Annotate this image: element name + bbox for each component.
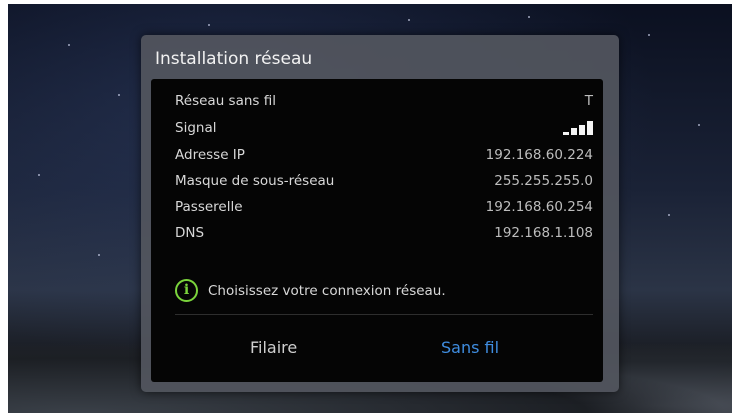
wireless-network-label: Réseau sans fil [175, 93, 276, 109]
info-icon: i [175, 279, 198, 302]
signal-strength-icon [563, 121, 593, 135]
network-info-panel: Réseau sans fil T Signal Adresse IP 192.… [151, 79, 603, 382]
row-wireless-network: Réseau sans fil T [175, 90, 593, 112]
info-message: i Choisissez votre connexion réseau. [175, 279, 446, 302]
ip-address-label: Adresse IP [175, 147, 245, 163]
signal-label: Signal [175, 120, 217, 136]
row-gateway: Passerelle 192.168.60.254 [175, 196, 593, 218]
gateway-value: 192.168.60.254 [485, 199, 593, 215]
signal-bar-4 [587, 121, 593, 135]
network-setup-dialog: Installation réseau Réseau sans fil T Si… [141, 35, 619, 392]
signal-bar-3 [579, 125, 585, 135]
row-subnet-mask: Masque de sous-réseau 255.255.255.0 [175, 170, 593, 192]
subnet-mask-label: Masque de sous-réseau [175, 173, 335, 189]
wireless-button[interactable]: Sans fil [441, 338, 499, 357]
row-signal: Signal [175, 117, 593, 139]
wireless-network-value: T [584, 93, 593, 109]
signal-bar-1 [563, 132, 569, 135]
wired-button[interactable]: Filaire [250, 338, 297, 357]
dns-value: 192.168.1.108 [494, 225, 593, 241]
subnet-mask-value: 255.255.255.0 [494, 173, 593, 189]
row-dns: DNS 192.168.1.108 [175, 222, 593, 244]
gateway-label: Passerelle [175, 199, 243, 215]
ip-address-value: 192.168.60.224 [485, 147, 593, 163]
dns-label: DNS [175, 225, 205, 241]
signal-bar-2 [571, 128, 577, 135]
info-message-text: Choisissez votre connexion réseau. [208, 282, 446, 299]
row-ip-address: Adresse IP 192.168.60.224 [175, 144, 593, 166]
dialog-title: Installation réseau [155, 49, 313, 69]
divider [175, 314, 593, 315]
